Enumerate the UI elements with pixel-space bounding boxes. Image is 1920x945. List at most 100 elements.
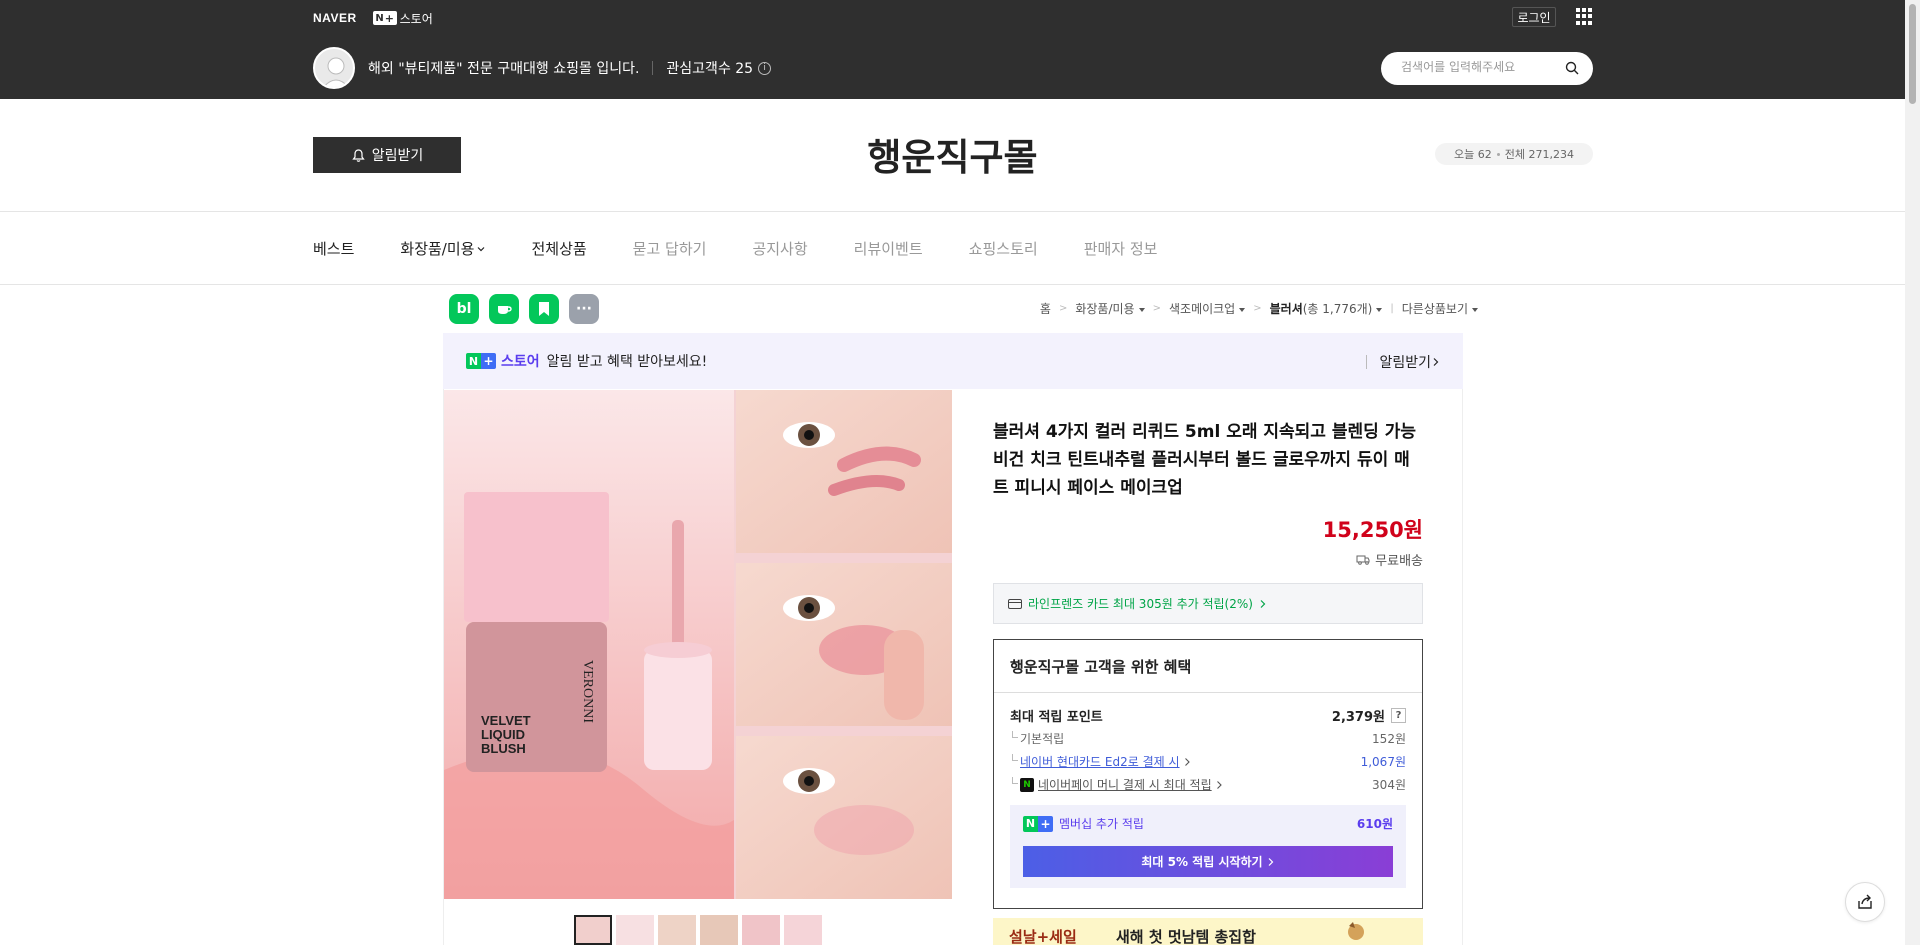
more-icon[interactable]: ···: [569, 294, 599, 324]
nav-item-seller-info[interactable]: 판매자 정보: [1084, 238, 1158, 259]
product-main-image[interactable]: VELVET LIQUID BLUSH VERONNI: [444, 390, 952, 899]
breadcrumb-home[interactable]: 홈: [1040, 300, 1051, 317]
nav-item-review-event[interactable]: 리뷰이벤트: [854, 238, 923, 259]
basic-points-row: 기본적립 152원: [1010, 730, 1406, 747]
breadcrumb-label: 다른상품보기: [1401, 302, 1468, 316]
npay-money-row: N 네이버페이 머니 결제 시 최대 적립 304원: [1010, 776, 1406, 793]
divider: [0, 284, 1905, 285]
event-banner-tag: 설날+세일: [1009, 928, 1077, 945]
chevron-right-icon: [1184, 757, 1190, 766]
thumbnail-strip: [574, 915, 822, 945]
product-info: 블러셔 4가지 컬러 리퀴드 5ml 오래 지속되고 블렌딩 가능 비건 치크 …: [993, 418, 1423, 502]
thumbnail-image[interactable]: [784, 915, 822, 945]
share-button[interactable]: [1845, 882, 1885, 922]
membership-start-button[interactable]: 최대 5% 적립 시작하기: [1023, 846, 1393, 877]
thumbnail-image[interactable]: [700, 915, 738, 945]
max-points-group: 2,379원 ?: [1332, 706, 1406, 725]
search-input[interactable]: [1401, 60, 1561, 74]
app-grid-icon[interactable]: [1576, 8, 1592, 25]
talk-icon[interactable]: [489, 294, 519, 324]
product-label-blush: BLUSH: [481, 741, 526, 756]
thumbnail-image[interactable]: [742, 915, 780, 945]
product-title: 블러셔 4가지 컬러 리퀴드 5ml 오래 지속되고 블렌딩 가능 비건 치크 …: [993, 422, 1416, 498]
store-avatar[interactable]: [313, 47, 355, 89]
product-label-liquid: LIQUID: [481, 727, 525, 742]
visit-total: 전체 271,234: [1504, 148, 1574, 161]
nav-item-all-products[interactable]: 전체상품: [531, 238, 586, 259]
nav-item-best[interactable]: 베스트: [313, 238, 354, 259]
breadcrumb-label: 색조메이크업: [1168, 302, 1236, 316]
visitor-count: 오늘 62 전체 271,234: [1435, 143, 1593, 165]
nav-item-qna[interactable]: 묻고 답하기: [633, 238, 707, 259]
breadcrumb-count: (총 1,776개): [1302, 302, 1373, 316]
divider: [652, 61, 654, 75]
help-icon[interactable]: ?: [1391, 708, 1406, 723]
category-nav: 베스트 화장품/미용 전체상품 묻고 답하기 공지사항 리뷰이벤트 쇼핑스토리 …: [313, 238, 1203, 259]
nplus-store-label: 스토어: [399, 11, 433, 26]
top-bar-links: NAVER N + 스토어: [313, 9, 433, 27]
npay-money-label: 네이버페이 머니 결제 시 최대 적립: [1038, 778, 1212, 792]
promo-store-label: 스토어: [501, 354, 540, 370]
breadcrumb-separator: |: [1390, 303, 1394, 314]
truck-icon: [1356, 555, 1370, 565]
chevron-down-icon: [478, 246, 485, 251]
bookmark-icon[interactable]: [529, 294, 559, 324]
product-label-velvet: VELVET: [481, 713, 531, 728]
breadcrumb-cat3[interactable]: 블러셔(총 1,776개): [1270, 300, 1383, 317]
breadcrumb-cat1[interactable]: 화장품/미용: [1075, 300, 1145, 317]
login-button[interactable]: 로그인: [1512, 7, 1556, 27]
nplus-logo-icon: N +: [1023, 815, 1053, 832]
blog-icon[interactable]: bl: [449, 294, 479, 324]
info-icon[interactable]: i: [758, 61, 772, 75]
top-bar: NAVER N + 스토어 로그인 해외 "뷰티제품" 전문 구매대행 쇼핑몰 입…: [0, 0, 1905, 99]
thumbnail-image[interactable]: [658, 915, 696, 945]
nav-item-shopping-story[interactable]: 쇼핑스토리: [969, 238, 1038, 259]
event-banner[interactable]: 설날+세일 새해 첫 멋남템 총집합: [993, 918, 1423, 945]
hyundai-card-link[interactable]: 네이버 현대카드 Ed2로 결제 시: [1010, 753, 1191, 770]
caret-down-icon: [1376, 307, 1383, 312]
thumbnail-image[interactable]: [616, 915, 654, 945]
nplus-store-logo: N + 스토어: [466, 351, 540, 371]
membership-button-label: 최대 5% 적립 시작하기: [1141, 855, 1263, 869]
shipping-info: 무료배송: [993, 550, 1423, 569]
breadcrumb-separator: >: [1152, 303, 1161, 314]
other-products-link[interactable]: 다른상품보기: [1402, 300, 1478, 317]
breadcrumb-label: 블러셔: [1269, 302, 1303, 316]
nplus-logo-icon: N +: [466, 353, 496, 369]
card-benefit-banner[interactable]: 라인프렌즈 카드 최대 305원 추가 적립(2%): [993, 583, 1423, 624]
customer-benefits-box: 행운직구몰 고객을 위한 혜택 최대 적립 포인트 2,379원 ? 기본적립 …: [993, 639, 1423, 909]
dot-separator: [1496, 152, 1500, 156]
membership-value: 610원: [1356, 817, 1393, 831]
npay-icon: N: [1020, 777, 1034, 792]
shipping-label: 무료배송: [1375, 554, 1423, 569]
nplus-logo-icon: N +: [372, 11, 397, 25]
interest-count: 관심고객수 25: [666, 61, 754, 77]
search-box: [1381, 52, 1593, 85]
naver-logo[interactable]: NAVER: [313, 11, 357, 25]
shop-title[interactable]: 행운직구몰: [0, 127, 1905, 181]
nplus-promo-banner[interactable]: N + 스토어 알림 받고 혜택 받아보세요! 알림받기: [443, 333, 1463, 389]
chevron-right-icon: [1216, 780, 1222, 789]
promo-action-label: 알림받기: [1379, 355, 1431, 371]
scrollbar-thumb[interactable]: [1909, 4, 1916, 104]
visit-today: 오늘 62: [1454, 148, 1492, 161]
breadcrumb-label: 화장품/미용: [1075, 302, 1135, 316]
caret-down-icon: [1138, 307, 1145, 312]
hyundai-card-label: 네이버 현대카드 Ed2로 결제 시: [1020, 755, 1180, 769]
max-points-label: 최대 적립 포인트: [1010, 710, 1103, 725]
thumbnail-image[interactable]: [574, 915, 612, 945]
search-icon[interactable]: [1565, 61, 1579, 75]
promo-alarm-link[interactable]: 알림받기: [1366, 352, 1441, 372]
npay-money-value: 304원: [1372, 778, 1406, 792]
page-scrollbar[interactable]: [1905, 0, 1920, 945]
divider: [0, 211, 1905, 212]
chevron-right-icon: [1260, 599, 1266, 608]
breadcrumb-cat2[interactable]: 색조메이크업: [1168, 300, 1246, 317]
share-icon: [1858, 894, 1872, 909]
product-brand-label: VERONNI: [580, 660, 595, 723]
npay-money-link[interactable]: N 네이버페이 머니 결제 시 최대 적립: [1010, 776, 1223, 793]
nav-item-notice[interactable]: 공지사항: [752, 238, 807, 259]
nav-item-cosmetics[interactable]: 화장품/미용: [400, 238, 485, 259]
hyundai-card-row: 네이버 현대카드 Ed2로 결제 시 1,067원: [1010, 753, 1406, 770]
nplus-store-link[interactable]: N + 스토어: [372, 10, 433, 27]
